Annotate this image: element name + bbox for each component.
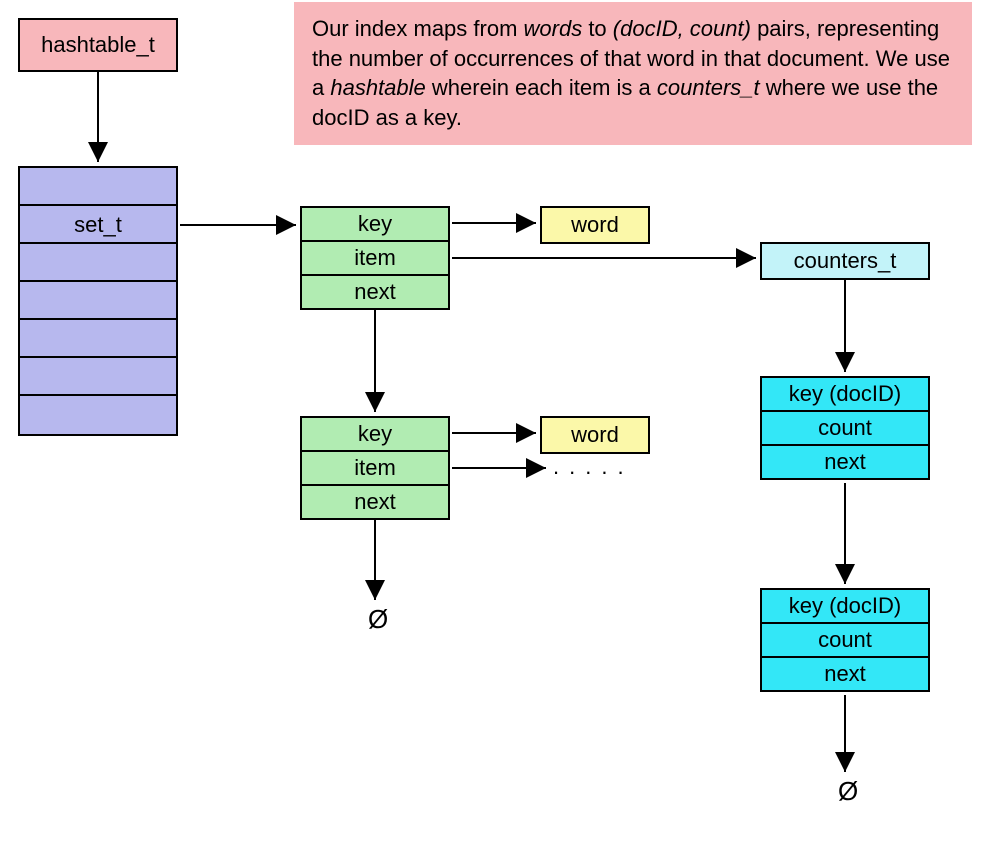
null-text: Ø (838, 776, 858, 806)
word-box-2: word (540, 416, 650, 454)
dots-text: ..... (553, 454, 634, 479)
counter-node-1: key (docID) count next (760, 376, 930, 480)
set-node-next: next (302, 486, 448, 518)
array-slot (20, 168, 176, 206)
counter-node-next: next (762, 446, 928, 478)
desc-text-4: wherein each item is a (426, 75, 657, 100)
counter-node-2: key (docID) count next (760, 588, 930, 692)
desc-italic-1: words (524, 16, 583, 41)
set-node-key: key (302, 208, 448, 242)
null-symbol-2: Ø (838, 776, 858, 807)
set-node-next: next (302, 276, 448, 308)
set-node-item: item (302, 452, 448, 486)
array-slot (20, 282, 176, 320)
array-slot (20, 396, 176, 434)
counters-label: counters_t (794, 248, 897, 273)
null-symbol-1: Ø (368, 604, 388, 635)
array-slot (20, 320, 176, 358)
null-text: Ø (368, 604, 388, 634)
counters-box: counters_t (760, 242, 930, 280)
desc-text-1: Our index maps from (312, 16, 524, 41)
counter-node-count: count (762, 412, 928, 446)
set-node-1: key item next (300, 206, 450, 310)
counter-node-key: key (docID) (762, 590, 928, 624)
desc-italic-3: hashtable (330, 75, 425, 100)
word-label: word (571, 422, 619, 447)
set-node-2: key item next (300, 416, 450, 520)
desc-italic-2: (docID, count) (613, 16, 751, 41)
hashtable-box: hashtable_t (18, 18, 178, 72)
counter-node-key: key (docID) (762, 378, 928, 412)
hashtable-label: hashtable_t (41, 32, 155, 57)
set-node-key: key (302, 418, 448, 452)
counter-node-count: count (762, 624, 928, 658)
hashtable-array: set_t (18, 166, 178, 436)
ellipsis: ..... (553, 454, 634, 480)
counter-node-next: next (762, 658, 928, 690)
description-box: Our index maps from words to (docID, cou… (294, 2, 972, 145)
word-label: word (571, 212, 619, 237)
set-label: set_t (74, 212, 122, 237)
word-box-1: word (540, 206, 650, 244)
array-slot (20, 358, 176, 396)
array-slot-set: set_t (20, 206, 176, 244)
array-slot (20, 244, 176, 282)
desc-text-2: to (582, 16, 613, 41)
set-node-item: item (302, 242, 448, 276)
desc-italic-4: counters_t (657, 75, 760, 100)
